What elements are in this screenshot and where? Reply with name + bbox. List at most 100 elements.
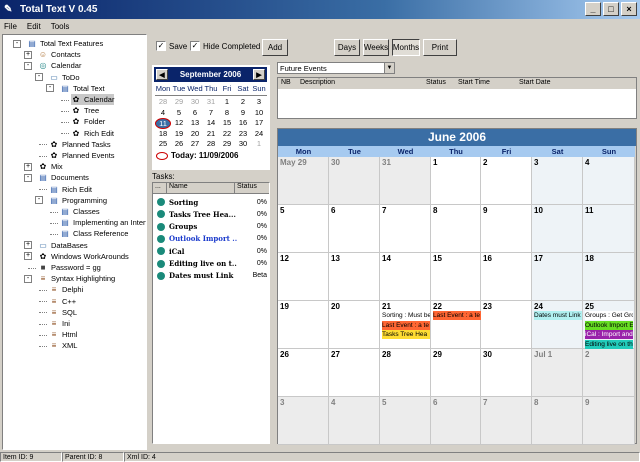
task-row[interactable]: iCal 0% <box>153 245 269 257</box>
expand-toggle-icon[interactable]: + <box>24 162 32 171</box>
today-link[interactable]: Today: 11/09/2006 <box>156 151 238 160</box>
month-day-cell[interactable]: 31 <box>380 157 431 205</box>
month-day-cell[interactable]: 13 <box>329 253 380 301</box>
collapse-toggle-icon[interactable]: - <box>46 84 54 93</box>
month-day-cell[interactable]: 9 <box>481 205 532 253</box>
month-day-cell[interactable]: 4 <box>583 157 635 205</box>
mini-day[interactable]: 26 <box>171 139 187 150</box>
tree-node[interactable]: ▤ Rich Edit <box>49 184 92 195</box>
add-button[interactable]: Add <box>262 39 288 56</box>
mini-day[interactable]: 7 <box>203 108 219 119</box>
menu-edit[interactable]: Edit <box>27 22 41 31</box>
mini-day[interactable]: 29 <box>171 97 187 108</box>
mini-day[interactable]: 19 <box>171 129 187 140</box>
month-day-cell[interactable]: 17 <box>532 253 583 301</box>
mini-day[interactable]: 30 <box>235 139 251 150</box>
mini-day[interactable]: 9 <box>235 108 251 119</box>
hide-completed-checkbox[interactable]: ✓ Hide Completed <box>190 41 260 51</box>
menu-tools[interactable]: Tools <box>51 22 70 31</box>
collapse-toggle-icon[interactable]: - <box>35 196 43 205</box>
calendar-event[interactable]: Dates must Link <box>534 311 582 320</box>
month-day-cell[interactable]: 19 <box>278 301 329 349</box>
col-header[interactable]: Name <box>167 183 235 193</box>
task-row[interactable]: Sorting 0% <box>153 196 269 208</box>
month-day-cell[interactable]: 22 <box>431 301 481 349</box>
month-day-cell[interactable]: 4 <box>329 397 380 445</box>
mini-day[interactable]: 3 <box>251 97 267 108</box>
col-header[interactable]: NB <box>281 79 291 86</box>
mini-day[interactable]: 4 <box>155 108 171 119</box>
mini-day[interactable]: 22 <box>219 129 235 140</box>
month-day-cell[interactable]: 27 <box>329 349 380 397</box>
tree-node[interactable]: ▤ Class Reference <box>60 228 128 239</box>
chevron-down-icon[interactable]: ▼ <box>384 63 394 73</box>
tree-node[interactable]: ☺ Contacts <box>38 49 81 60</box>
month-day-cell[interactable]: 18 <box>583 253 635 301</box>
month-day-cell[interactable]: 30 <box>481 349 532 397</box>
calendar-event[interactable]: Tasks Tree Hea <box>382 330 430 339</box>
month-day-cell[interactable]: 26 <box>278 349 329 397</box>
close-button[interactable]: × <box>621 2 637 16</box>
event-filter-select[interactable]: Future Events ▼ <box>277 62 395 74</box>
tree-node[interactable]: ▤ Programming <box>49 195 107 206</box>
print-button[interactable]: Print <box>423 39 457 56</box>
tree-node[interactable]: ▭ ToDo <box>49 72 79 83</box>
mini-day[interactable]: 8 <box>219 108 235 119</box>
month-day-cell[interactable]: 11 <box>583 205 635 253</box>
tree-node[interactable]: ≡ Ini <box>49 318 70 329</box>
tree-node[interactable]: ✿ Tree <box>71 105 100 116</box>
maximize-button[interactable]: □ <box>603 2 619 16</box>
mini-day[interactable]: 31 <box>203 97 219 108</box>
expand-toggle-icon[interactable]: + <box>24 50 32 59</box>
next-month-button[interactable]: ▶ <box>253 69 265 80</box>
mini-day[interactable]: 30 <box>187 97 203 108</box>
col-header[interactable]: Description <box>300 79 335 86</box>
menu-file[interactable]: File <box>4 22 17 31</box>
collapse-toggle-icon[interactable]: - <box>24 173 32 182</box>
month-day-cell[interactable]: 2 <box>583 349 635 397</box>
month-day-cell[interactable]: 6 <box>329 205 380 253</box>
mini-day[interactable]: 28 <box>155 97 171 108</box>
calendar-event[interactable]: Sorting : Must be <box>382 311 430 320</box>
weeks-button[interactable]: Weeks <box>363 39 389 56</box>
col-header[interactable]: ... <box>153 183 167 193</box>
save-checkbox[interactable]: ✓ Save <box>156 41 187 51</box>
mini-day[interactable]: 11 <box>155 118 171 129</box>
month-day-cell[interactable]: Jul 1 <box>532 349 583 397</box>
month-day-cell[interactable]: 15 <box>431 253 481 301</box>
month-day-cell[interactable]: 24 <box>532 301 583 349</box>
days-button[interactable]: Days <box>334 39 360 56</box>
month-day-cell[interactable]: 10 <box>532 205 583 253</box>
mini-day[interactable]: 12 <box>171 118 187 129</box>
tree-node[interactable]: ≡ Delphi <box>49 284 84 295</box>
tree-node[interactable]: ✿ Mix <box>38 161 63 172</box>
collapse-toggle-icon[interactable]: - <box>24 61 32 70</box>
mini-day[interactable]: 15 <box>219 118 235 129</box>
calendar-event[interactable]: Last Event : a te <box>433 311 481 320</box>
month-day-cell[interactable]: 14 <box>380 253 431 301</box>
minimize-button[interactable]: _ <box>585 2 601 16</box>
tree-node[interactable]: ■ Password = gg <box>38 262 101 273</box>
tree-node[interactable]: ▭ DataBases <box>38 240 87 251</box>
month-day-cell[interactable]: 8 <box>532 397 583 445</box>
mini-day[interactable]: 13 <box>187 118 203 129</box>
mini-day[interactable]: 6 <box>187 108 203 119</box>
task-row[interactable]: Tasks Tree Hea... 0% <box>153 208 269 220</box>
tree-node[interactable]: ≡ C++ <box>49 296 77 307</box>
mini-day[interactable]: 10 <box>251 108 267 119</box>
tree-node[interactable]: ≡ SQL <box>49 307 77 318</box>
mini-day[interactable]: 5 <box>171 108 187 119</box>
month-day-cell[interactable]: 20 <box>329 301 380 349</box>
mini-day[interactable]: 29 <box>219 139 235 150</box>
mini-day[interactable]: 27 <box>187 139 203 150</box>
month-day-cell[interactable]: 7 <box>380 205 431 253</box>
tree-node[interactable]: ✿ Windows WorkArounds <box>38 251 129 262</box>
tree-node[interactable]: ≡ Syntax Highlighting <box>38 273 116 284</box>
tree-node[interactable]: ✿ Rich Edit <box>71 128 114 139</box>
month-day-cell[interactable]: 3 <box>532 157 583 205</box>
tree-node[interactable]: ▤ Classes <box>60 206 99 217</box>
col-header[interactable]: Start Time <box>458 79 490 86</box>
mini-day[interactable]: 23 <box>235 129 251 140</box>
mini-day[interactable]: 24 <box>251 129 267 140</box>
task-row[interactable]: Outlook Import ... 0% <box>153 233 269 245</box>
